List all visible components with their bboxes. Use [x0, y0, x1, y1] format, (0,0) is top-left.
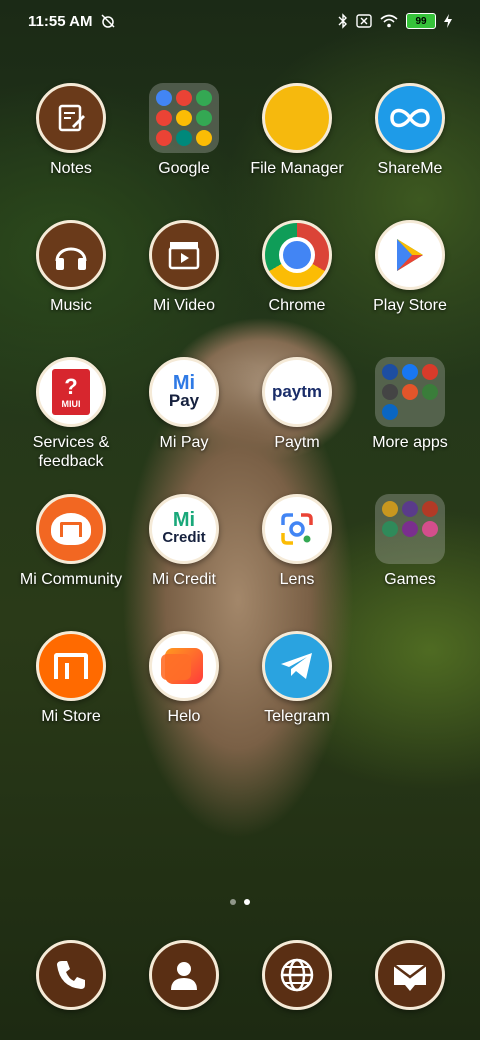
app-mi-store[interactable]: Mi Store	[16, 631, 126, 726]
app-label: Notes	[50, 160, 92, 177]
app-mi-community[interactable]: Mi Community	[16, 494, 126, 589]
battery-indicator: 99	[406, 13, 436, 29]
phone-icon	[36, 940, 106, 1010]
app-label: Telegram	[264, 708, 330, 725]
clock: 11:55 AM	[28, 12, 93, 30]
app-label: Services & feedback	[32, 434, 110, 470]
messaging-icon	[375, 940, 445, 1010]
app-file-manager[interactable]: File Manager	[242, 83, 352, 178]
app-helo[interactable]: Helo	[129, 631, 239, 726]
sim-off-icon	[356, 14, 372, 28]
app-label: Paytm	[274, 434, 320, 451]
dock-phone[interactable]	[16, 940, 126, 1010]
video-clapper-icon	[149, 220, 219, 290]
app-label: Play Store	[373, 297, 447, 314]
mi-community-icon	[36, 494, 106, 564]
pay-logo-text: Pay	[168, 391, 200, 410]
file-manager-icon	[262, 83, 332, 153]
play-store-icon	[375, 220, 445, 290]
app-play-store[interactable]: Play Store	[355, 220, 465, 315]
app-mi-pay[interactable]: Mi Pay Mi Pay	[129, 357, 239, 452]
app-music[interactable]: Music	[16, 220, 126, 315]
app-services-feedback[interactable]: ? MIUI Services & feedback	[16, 357, 126, 471]
app-label: Mi Store	[41, 708, 101, 725]
app-label: File Manager	[250, 160, 344, 177]
dock-browser[interactable]	[242, 940, 352, 1010]
alarm-off-icon	[101, 14, 116, 28]
mi-store-icon	[36, 631, 106, 701]
app-label: Helo	[167, 708, 201, 725]
shareme-icon	[375, 83, 445, 153]
helo-icon	[149, 631, 219, 701]
mi-credit-icon: Mi Credit	[149, 494, 219, 564]
charging-icon	[444, 14, 452, 28]
feedback-icon: ? MIUI	[36, 357, 106, 427]
more-apps-folder-icon	[375, 357, 445, 427]
browser-icon	[262, 940, 332, 1010]
app-shareme[interactable]: ShareMe	[355, 83, 465, 178]
google-folder-icon	[149, 83, 219, 153]
paytm-logo-text: paytm	[271, 382, 323, 401]
app-label: Games	[384, 571, 436, 588]
status-bar: 11:55 AM 99	[0, 0, 480, 42]
app-label: Google	[158, 160, 210, 177]
page-dot-active[interactable]	[244, 899, 250, 905]
notes-icon	[36, 83, 106, 153]
app-mi-credit[interactable]: Mi Credit Mi Credit	[129, 494, 239, 589]
credit-logo-text: Credit	[162, 529, 206, 546]
app-lens[interactable]: Lens	[242, 494, 352, 589]
app-notes[interactable]: Notes	[16, 83, 126, 178]
mi-logo-text: Mi	[172, 372, 196, 394]
app-telegram[interactable]: Telegram	[242, 631, 352, 726]
app-label: Lens	[279, 571, 315, 588]
folder-more-apps[interactable]: More apps	[355, 357, 465, 452]
app-label: Mi Pay	[159, 434, 209, 451]
app-label: Mi Community	[19, 571, 123, 588]
mi-logo-text: Mi	[172, 509, 196, 531]
app-label: Music	[50, 297, 92, 314]
app-label: ShareMe	[377, 160, 443, 177]
folder-google[interactable]: Google	[129, 83, 239, 178]
page-indicator	[0, 899, 480, 905]
mi-pay-icon: Mi Pay	[149, 357, 219, 427]
chrome-icon	[262, 220, 332, 290]
app-label: Chrome	[268, 297, 326, 314]
dock-contacts[interactable]	[129, 940, 239, 1010]
miui-text: MIUI	[61, 399, 81, 409]
headphones-icon	[36, 220, 106, 290]
app-mi-video[interactable]: Mi Video	[129, 220, 239, 315]
app-label: More apps	[372, 434, 448, 451]
folder-games[interactable]: Games	[355, 494, 465, 589]
page-dot[interactable]	[230, 899, 236, 905]
app-label: Mi Video	[153, 297, 215, 314]
telegram-icon	[262, 631, 332, 701]
bluetooth-icon	[338, 13, 347, 29]
dock-messaging[interactable]	[355, 940, 465, 1010]
paytm-icon: paytm	[262, 357, 332, 427]
app-paytm[interactable]: paytm Paytm	[242, 357, 352, 452]
contacts-icon	[149, 940, 219, 1010]
wifi-icon	[380, 14, 398, 28]
games-folder-icon	[375, 494, 445, 564]
lens-icon	[262, 494, 332, 564]
app-label: Mi Credit	[151, 571, 216, 588]
app-chrome[interactable]: Chrome	[242, 220, 352, 315]
